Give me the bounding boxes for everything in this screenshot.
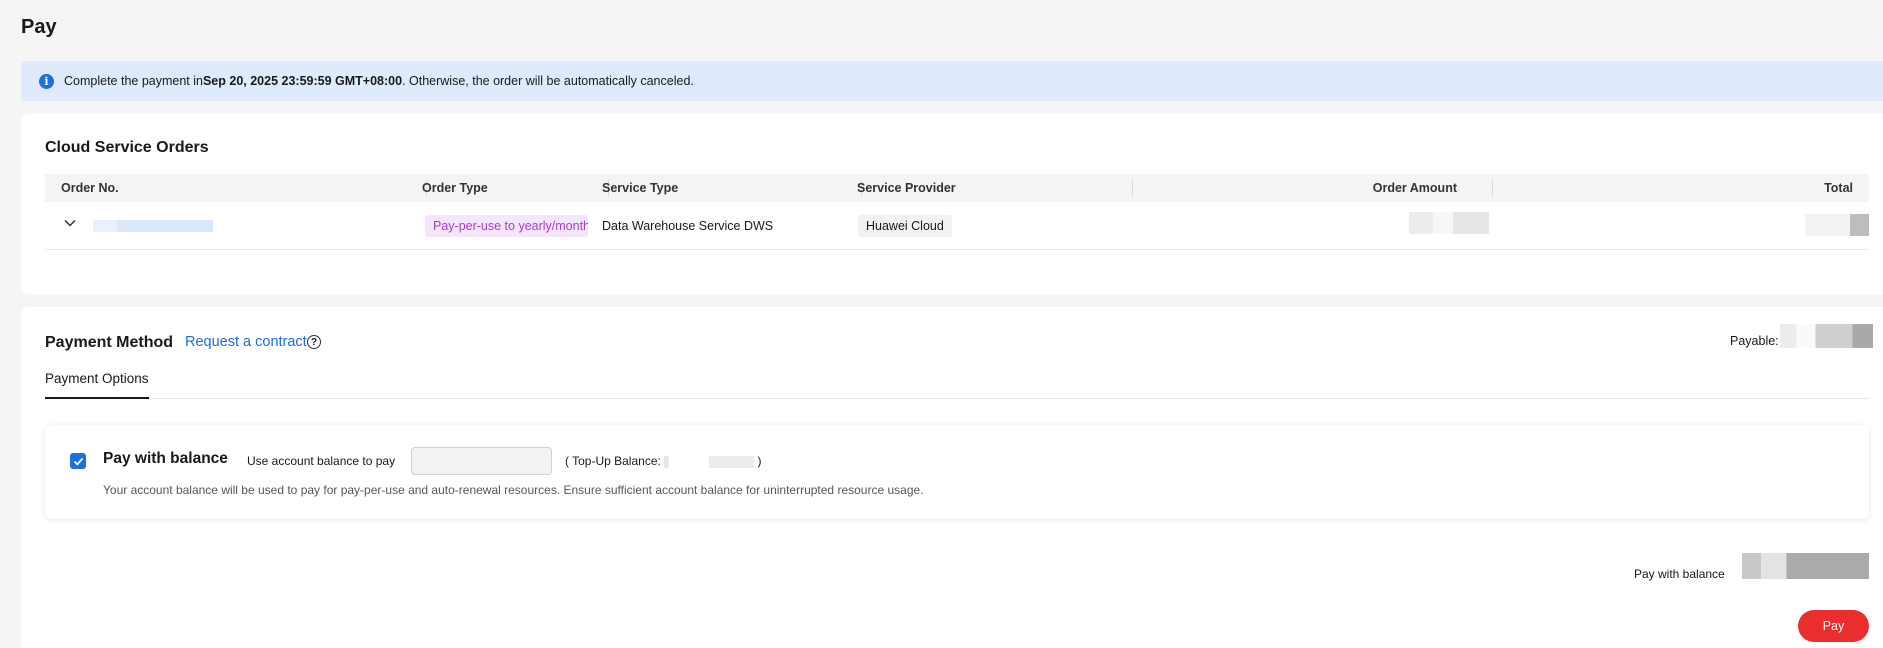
notice-deadline: Sep 20, 2025 23:59:59 GMT+08:00 xyxy=(202,74,403,88)
topup-label: ( Top-Up Balance: xyxy=(565,454,661,468)
orders-table-header: Order No. Order Type Service Type Servic… xyxy=(45,174,1869,202)
balance-amount-input[interactable] xyxy=(411,447,552,475)
notice-prefix: Complete the payment in xyxy=(64,74,203,88)
order-number-redacted[interactable] xyxy=(93,220,213,232)
page-title: Pay xyxy=(21,16,57,38)
payment-tabs: Payment Options xyxy=(45,365,1869,399)
order-type-tag: Pay-per-use to yearly/monthly xyxy=(425,215,588,237)
col-service-provider: Service Provider xyxy=(857,181,956,195)
col-order-no: Order No. xyxy=(61,181,119,195)
question-circle-icon[interactable]: ? xyxy=(307,335,321,349)
pay-button[interactable]: Pay xyxy=(1798,610,1869,642)
info-icon: i xyxy=(39,73,54,89)
orders-title: Cloud Service Orders xyxy=(45,139,209,156)
payment-method-title: Payment Method xyxy=(45,334,174,351)
col-service-type: Service Type xyxy=(602,181,679,195)
chevron-down-icon[interactable] xyxy=(63,216,77,230)
col-order-amount: Order Amount xyxy=(1372,181,1457,195)
notice-suffix: . Otherwise, the order will be automatic… xyxy=(402,74,694,88)
pay-with-balance-option[interactable]: Pay with balance Use account balance to … xyxy=(45,425,1869,519)
pay-with-balance-amount-redacted xyxy=(1742,553,1869,579)
total-redacted xyxy=(1805,214,1869,236)
order-amount-redacted xyxy=(1409,212,1489,234)
pay-with-balance-summary-label: Pay with balance xyxy=(1634,567,1725,581)
table-row: Pay-per-use to yearly/monthly Data Wareh… xyxy=(45,202,1869,250)
pay-with-balance-checkbox[interactable] xyxy=(70,453,86,469)
payable-label: Payable: xyxy=(1730,334,1779,348)
option-title: Pay with balance xyxy=(103,450,228,467)
topup-balance: ( Top-Up Balance: ) xyxy=(565,454,762,468)
payment-card: Payment Method Request a contract ? Paya… xyxy=(21,307,1883,648)
option-description: Your account balance will be used to pay… xyxy=(103,483,924,497)
tab-payment-options[interactable]: Payment Options xyxy=(45,365,149,399)
col-total: Total xyxy=(1824,181,1853,195)
option-use-text: Use account balance to pay xyxy=(247,454,396,468)
service-provider-tag: Huawei Cloud xyxy=(858,215,952,237)
topup-amount-redacted xyxy=(664,455,755,468)
payment-deadline-notice: i Complete the payment in Sep 20, 2025 2… xyxy=(21,61,1883,101)
payable-amount-redacted xyxy=(1780,324,1873,348)
col-order-type: Order Type xyxy=(422,181,488,195)
topup-close: ) xyxy=(757,454,762,468)
orders-card: Cloud Service Orders Order No. Order Typ… xyxy=(21,114,1883,294)
request-contract-link[interactable]: Request a contract xyxy=(185,334,307,350)
check-icon xyxy=(73,457,83,466)
service-type: Data Warehouse Service DWS xyxy=(602,219,774,233)
